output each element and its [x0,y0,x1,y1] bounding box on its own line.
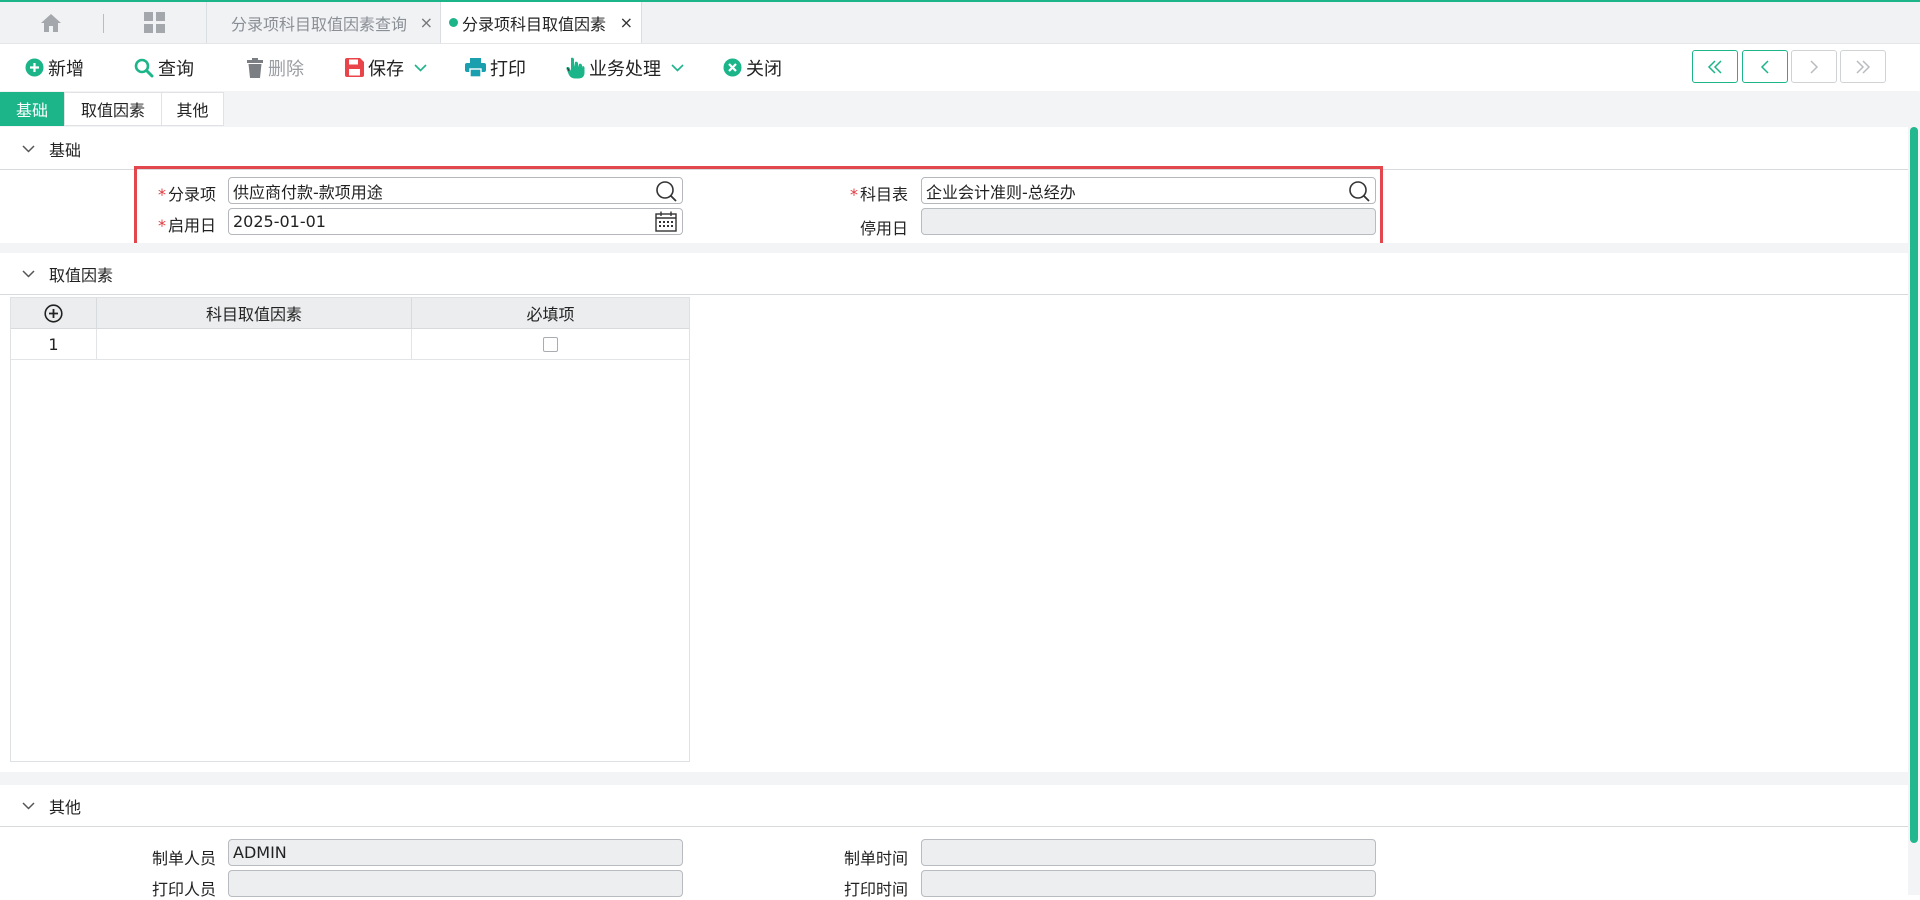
add-label: 新增 [48,58,84,80]
highlight-box [134,166,1383,252]
close-tab-icon[interactable]: × [420,13,433,32]
save-label: 保存 [368,58,404,80]
business-process-button[interactable]: 业务处理 [566,44,688,91]
required-cell[interactable] [412,329,689,360]
printer-label: 打印人员 [151,880,216,899]
section-gap [0,243,1908,253]
close-button[interactable]: 关闭 [723,44,782,91]
creator-field[interactable]: ADMIN [228,839,683,866]
save-button[interactable]: 保存 [345,44,431,91]
printer-icon [465,58,486,77]
add-button[interactable]: 新增 [25,44,84,91]
creator-label: 制单人员 [151,849,216,868]
form-tab-other[interactable]: 其他 [161,92,224,126]
chevron-down-icon[interactable] [414,63,427,72]
tab-entry-factor-query[interactable]: 分录项科目取值因素查询 × [206,2,441,43]
tab-label: 分录项科目取值因素查询 [231,14,408,34]
delete-label: 删除 [268,58,304,80]
scrollbar-thumb[interactable] [1910,127,1918,843]
row-number: 1 [11,329,97,360]
created-time-field[interactable] [921,839,1376,866]
chevron-down-icon [22,802,35,810]
apps-grid-icon[interactable] [142,2,166,43]
double-chevron-left-icon [1707,59,1722,74]
section-title: 基础 [49,141,82,160]
printer-field[interactable] [228,870,683,897]
created-time-label: 制单时间 [843,849,908,868]
tab-separator [103,14,104,33]
floppy-disk-icon [345,58,364,77]
plus-circle-icon [25,58,44,77]
section-gap [0,772,1908,785]
hand-pointer-icon [566,57,585,78]
factor-cell[interactable] [97,329,412,360]
first-record-button[interactable] [1692,50,1738,83]
chevron-down-icon[interactable] [671,63,684,72]
section-other-header[interactable]: 其他 [0,786,1908,827]
chevron-down-icon [22,145,35,153]
delete-button[interactable]: 删除 [246,44,304,91]
form-tab-bar: 基础 取值因素 其他 [0,92,1920,127]
last-record-button[interactable] [1840,50,1886,83]
section-title: 其他 [49,798,82,817]
add-row-icon[interactable] [44,303,63,323]
next-record-button[interactable] [1791,50,1837,83]
trash-icon [247,57,263,78]
required-checkbox[interactable] [543,336,558,352]
print-label: 打印 [490,58,526,80]
toolbar: 新增 查询 删除 保存 打印 业务处理 关闭 [0,44,1920,91]
close-label: 关闭 [746,58,782,80]
section-factors-header[interactable]: 取值因素 [0,254,1908,295]
factors-grid: 科目取值因素 必填项 1 [10,297,690,762]
double-chevron-right-icon [1856,59,1871,74]
previous-record-button[interactable] [1742,50,1788,83]
print-time-field[interactable] [921,870,1376,897]
search-icon [134,58,154,77]
close-circle-icon [723,58,742,77]
tab-label: 分录项科目取值因素 [462,14,607,34]
column-header-factor[interactable]: 科目取值因素 [97,298,412,329]
form-tab-basic[interactable]: 基础 [0,92,64,126]
add-row-header[interactable] [11,298,97,329]
section-basic-header[interactable]: 基础 [0,129,1908,170]
section-title: 取值因素 [49,266,114,285]
form-tab-factors[interactable]: 取值因素 [64,92,162,126]
query-label: 查询 [158,58,194,80]
business-process-label: 业务处理 [589,58,661,80]
print-time-label: 打印时间 [843,880,908,899]
active-dot-icon [449,18,458,27]
home-icon[interactable] [38,2,64,43]
tab-entry-factor[interactable]: 分录项科目取值因素 × [440,2,642,43]
close-tab-icon[interactable]: × [620,13,633,32]
query-button[interactable]: 查询 [134,44,194,91]
chevron-right-icon [1810,59,1819,74]
chevron-down-icon [22,270,35,278]
print-button[interactable]: 打印 [465,44,526,91]
chevron-left-icon [1760,59,1769,74]
column-header-required[interactable]: 必填项 [412,298,689,329]
creator-value: ADMIN [233,843,287,862]
window-tab-bar: 分录项科目取值因素查询 × 分录项科目取值因素 × [0,2,1920,44]
